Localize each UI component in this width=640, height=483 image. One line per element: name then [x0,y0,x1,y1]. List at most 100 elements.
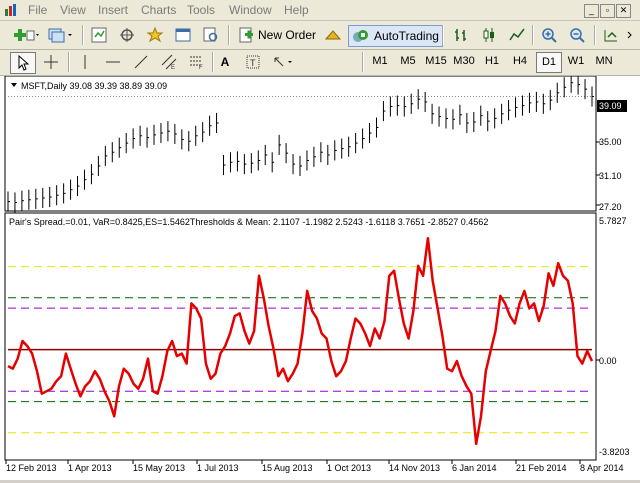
text-label-button[interactable]: T [242,52,264,72]
x-axis-label: 6 Jan 2014 [452,463,497,473]
indicator-zero-label: 0.00 [599,356,617,366]
crosshair-target-icon [120,28,134,42]
autotrading-icon [353,30,368,42]
chevron-right-icon [627,31,632,39]
vertical-line-icon [84,55,86,69]
chart-canvas[interactable]: 12 Feb 2013 1 Apr 2013 15 May 2013 1 Jul 20… [0,72,640,480]
market-watch-icon [91,27,107,43]
auto-scroll-icon [604,30,617,42]
cursor-arrow-icon [18,55,29,71]
line-chart-icon [509,28,525,41]
menu-charts[interactable]: Charts [141,3,176,17]
timeframe-m5-button[interactable]: M5 [396,52,420,71]
timeframe-w1-button[interactable]: W1 [564,52,588,71]
arrows-button[interactable] [270,52,298,72]
minimize-icon[interactable]: _ [584,4,599,18]
toolbar-separator [68,52,70,72]
fibonacci-button[interactable]: F [186,52,208,72]
x-axis-label: 21 Feb 2014 [516,463,567,473]
trendline-button[interactable] [130,52,152,72]
x-axis-label: 8 Apr 2014 [580,463,624,473]
timeframe-h4-button[interactable]: H4 [508,52,532,71]
text-button[interactable]: A [216,52,234,72]
toolbar-overflow-button[interactable] [624,25,638,45]
vertical-line-button[interactable] [74,52,96,72]
timeframe-m30-button[interactable]: M30 [452,52,476,71]
x-axis-label: 1 Oct 2013 [327,463,371,473]
timeframe-h1-button[interactable]: H1 [480,52,504,71]
zoom-out-icon [570,28,585,43]
candlestick-button[interactable] [478,25,500,45]
x-axis-label: 1 Jul 2013 [197,463,239,473]
price-tick-label: 27.20 [599,202,622,212]
standard-toolbar: New Order AutoTrading [0,21,640,50]
menu-view[interactable]: View [60,3,86,17]
toolbar-separator [228,25,230,45]
trendline-icon [134,55,148,69]
menu-insert[interactable]: Insert [98,3,128,17]
bar-chart-button[interactable] [450,25,472,45]
crosshair-icon [44,55,58,69]
data-window-button[interactable] [116,25,138,45]
metaeditor-button[interactable] [322,25,344,45]
drawing-timeframe-toolbar: E F A T M1 M5 M15 M30 H1 H4 D1 W1 MN [0,50,640,76]
channel-icon: E [161,54,177,70]
indicator-panel-header: Pair's Spread.=0.01, VaR=0.8425,ES=1.546… [9,217,488,227]
new-order-label: New Order [258,28,317,42]
crosshair-button[interactable] [40,52,62,72]
menu-bar: File View Insert Charts Tools Window Hel… [0,0,640,21]
new-chart-button[interactable] [10,25,42,45]
menu-file[interactable]: File [28,3,47,17]
x-axis-label: 14 Nov 2013 [389,463,440,473]
restore-icon[interactable]: ▫ [600,4,615,18]
profiles-icon [48,28,72,43]
equidistant-channel-button[interactable]: E [158,52,180,72]
app-icon[interactable] [4,3,18,17]
terminal-button[interactable] [172,25,194,45]
zoom-out-button[interactable] [566,25,588,45]
strategy-tester-button[interactable] [200,25,222,45]
market-watch-button[interactable] [88,25,110,45]
text-label-icon: T [246,55,260,69]
toolbar-separator [212,52,214,72]
timeframe-m15-button[interactable]: M15 [424,52,448,71]
toolbar-separator [442,25,444,45]
autotrading-button[interactable]: AutoTrading [348,25,443,47]
indicator-panel[interactable] [4,212,597,461]
chart-window[interactable]: 12 Feb 2013 1 Apr 2013 15 May 2013 1 Jul 20… [0,72,640,480]
zoom-in-button[interactable] [538,25,560,45]
navigator-star-icon [146,27,164,43]
horizontal-line-icon [106,61,120,63]
x-axis-label: 15 Aug 2013 [262,463,313,473]
arrows-icon [274,57,292,67]
zoom-in-icon [542,28,557,43]
timeframe-mn-button[interactable]: MN [592,52,616,71]
svg-text:F: F [199,65,203,70]
timeframe-m1-button[interactable]: M1 [368,52,392,71]
new-order-button[interactable]: New Order [235,25,319,45]
svg-text:E: E [171,65,175,70]
metaeditor-icon [324,30,342,40]
menu-window[interactable]: Window [229,3,272,17]
indicator-max-label: 5.7827 [599,216,627,226]
profiles-button[interactable] [46,25,76,45]
toolbar-separator [82,25,84,45]
autotrading-label: AutoTrading [374,29,439,43]
cursor-button[interactable] [10,52,36,74]
menu-help[interactable]: Help [284,3,309,17]
price-tick-label: 31.10 [599,171,622,181]
close-icon[interactable]: ✕ [616,4,631,18]
auto-scroll-button[interactable] [600,25,622,45]
tester-magnifier-icon [203,27,218,42]
candlestick-icon [483,28,494,42]
navigator-button[interactable] [144,25,166,45]
price-panel-header: MSFT,Daily 39.08 39.39 38.89 39.09 [21,81,167,91]
fibonacci-icon: F [190,56,203,70]
timeframe-d1-button[interactable]: D1 [536,52,562,73]
x-axis-label: 12 Feb 2013 [6,463,57,473]
toolbar-separator [362,52,364,72]
menu-tools[interactable]: Tools [187,3,215,17]
line-chart-button[interactable] [506,25,528,45]
price-panel[interactable] [4,75,597,212]
horizontal-line-button[interactable] [102,52,124,72]
